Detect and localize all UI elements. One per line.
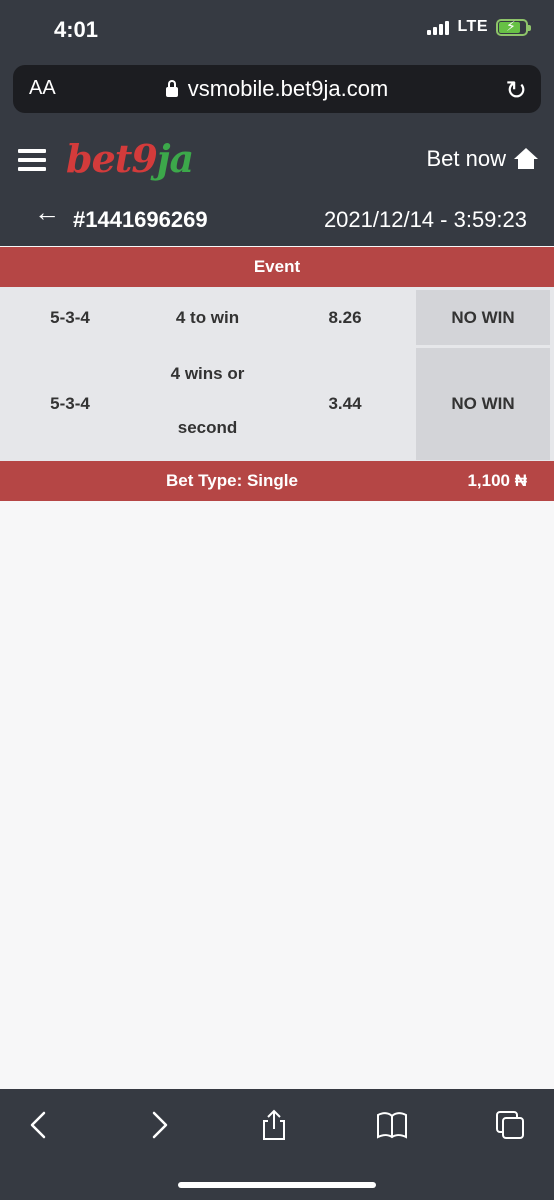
share-icon[interactable] <box>254 1109 294 1149</box>
bet-datetime: 2021/12/14 - 3:59:23 <box>323 207 527 232</box>
lock-icon <box>165 80 178 97</box>
stake-amount: 1,100 ₦ <box>467 471 527 490</box>
bet9ja-logo[interactable]: bet9ja <box>66 136 194 181</box>
bet-type: Bet Type: Single <box>166 471 298 490</box>
event-code: 5-3-4 <box>50 394 90 413</box>
market-name: 4 wins or second <box>140 347 275 455</box>
url-display[interactable]: vsmobile.bet9ja.com <box>13 76 541 102</box>
address-bar[interactable]: AA vsmobile.bet9ja.com ↻ <box>13 65 541 113</box>
odds: 3.44 <box>328 394 362 413</box>
odds: 8.26 <box>328 308 362 327</box>
home-indicator[interactable] <box>178 1182 376 1188</box>
tabs-icon[interactable] <box>490 1109 530 1149</box>
status-indicators: LTE ⚡ <box>427 18 531 36</box>
market-name-line1: 4 wins or <box>170 364 245 383</box>
event-code: 5-3-4 <box>50 308 90 327</box>
table-row: 5-3-4 4 to win 8.26 NO WIN <box>0 287 554 347</box>
bet-now-button[interactable]: Bet now <box>426 146 538 172</box>
bet-selections-table: 5-3-4 4 to win 8.26 NO WIN 5-3-4 4 wins … <box>0 287 554 461</box>
status-bar: 4:01 LTE ⚡ <box>0 0 554 58</box>
battery-charging-icon: ⚡ <box>496 18 531 36</box>
result-badge: NO WIN <box>416 290 550 345</box>
bet-id: #1441696269 <box>73 207 208 232</box>
url-text: vsmobile.bet9ja.com <box>187 76 389 101</box>
forward-icon[interactable] <box>138 1109 178 1149</box>
market-name: 4 to win <box>175 308 240 327</box>
back-arrow-icon[interactable]: ← <box>34 197 60 228</box>
event-header: Event <box>0 247 554 287</box>
app-header: bet9ja Bet now ← #1441696269 2021/12/14 … <box>0 126 554 246</box>
home-icon <box>514 148 538 170</box>
browser-toolbar <box>0 1089 554 1200</box>
market-name-line2: second <box>177 418 238 437</box>
signal-icon <box>427 19 450 35</box>
hamburger-menu-icon[interactable] <box>18 149 46 171</box>
back-icon[interactable] <box>20 1109 60 1149</box>
bookmarks-icon[interactable] <box>372 1109 412 1149</box>
browser-address-area: AA vsmobile.bet9ja.com ↻ <box>0 58 554 126</box>
reload-icon[interactable]: ↻ <box>505 75 527 106</box>
network-type: LTE <box>457 18 488 35</box>
result-badge: NO WIN <box>416 348 550 460</box>
status-time: 4:01 <box>54 17 99 42</box>
bet-now-label: Bet now <box>426 146 507 171</box>
table-row: 5-3-4 4 wins or second 3.44 NO WIN <box>0 347 554 461</box>
bet-summary-bar: Bet Type: Single 1,100 ₦ <box>0 461 554 501</box>
